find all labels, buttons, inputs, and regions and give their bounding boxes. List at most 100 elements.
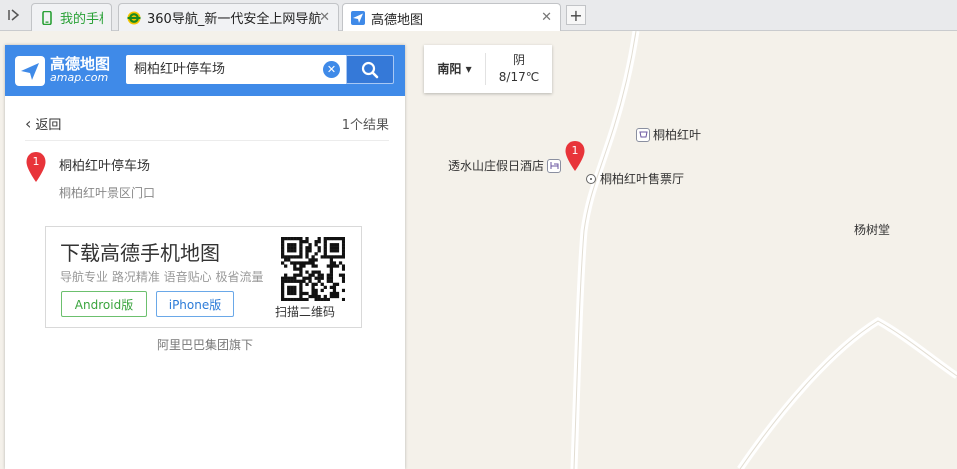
qr-module xyxy=(281,249,285,253)
qr-module xyxy=(329,270,334,274)
qr-module xyxy=(302,264,306,268)
new-tab-button[interactable]: + xyxy=(566,5,586,25)
qr-module xyxy=(338,261,343,265)
qr-module xyxy=(299,249,303,253)
marker-number: 1 xyxy=(33,155,40,168)
qr-module xyxy=(341,252,345,256)
qr-module xyxy=(299,285,303,290)
qr-module xyxy=(284,279,288,283)
qr-module xyxy=(299,288,303,293)
qr-module xyxy=(335,255,340,259)
qr-module xyxy=(329,264,334,268)
tab-amap[interactable]: 高德地图 ✕ xyxy=(342,3,561,32)
poi-dot-icon xyxy=(586,173,596,184)
qr-module xyxy=(299,252,303,256)
qr-module xyxy=(308,279,312,283)
qr-module xyxy=(299,297,303,301)
qr-module xyxy=(311,291,315,296)
qr-module xyxy=(302,291,306,296)
tab-my-phone[interactable]: 我的手机 xyxy=(31,3,112,31)
qr-module xyxy=(329,246,334,250)
qr-module xyxy=(308,273,312,277)
hotel-icon xyxy=(547,158,562,173)
qr-module xyxy=(305,270,309,274)
qr-module xyxy=(287,255,291,259)
amap-logo[interactable]: 高德地图 amap.com xyxy=(15,54,110,88)
qr-module xyxy=(281,297,285,301)
qr-module xyxy=(314,291,318,296)
qr-module xyxy=(332,255,337,259)
qr-module xyxy=(341,246,345,250)
clear-search-button[interactable]: ✕ xyxy=(323,61,340,78)
qr-module xyxy=(329,258,334,262)
close-icon[interactable]: ✕ xyxy=(319,10,330,25)
qr-module xyxy=(284,255,288,259)
qr-module xyxy=(287,243,291,247)
result-name[interactable]: 桐柏红叶停车场 xyxy=(59,155,150,174)
map-marker[interactable]: 1 xyxy=(564,140,586,176)
qr-module xyxy=(287,237,291,241)
qr-module xyxy=(332,294,337,299)
qr-module xyxy=(311,288,315,293)
qr-module xyxy=(293,243,297,247)
search-button[interactable] xyxy=(346,55,394,84)
qr-module xyxy=(329,276,334,280)
qr-module xyxy=(290,237,294,241)
qr-module xyxy=(287,276,291,280)
search-input[interactable]: 桐柏红叶停车场 xyxy=(126,55,346,84)
qr-module xyxy=(326,255,330,259)
qr-module xyxy=(281,282,285,286)
android-download-button[interactable]: Android版 xyxy=(61,291,147,317)
map-poi[interactable]: 桐柏红叶售票厅 xyxy=(586,170,684,187)
sidebar-toggle-icon[interactable] xyxy=(0,3,28,27)
qr-module xyxy=(341,273,345,277)
qr-module xyxy=(284,258,288,262)
qr-module xyxy=(314,288,318,293)
qr-module xyxy=(311,273,315,277)
qr-module xyxy=(311,294,315,299)
map-poi[interactable]: 杨树堂 xyxy=(854,221,890,238)
result-item[interactable]: 1 桐柏红叶停车场 桐柏红叶景区门口 xyxy=(25,151,389,207)
qr-module xyxy=(287,249,291,253)
qr-module xyxy=(323,297,327,301)
tab-360-nav[interactable]: 360导航_新一代安全上网导航 ✕ xyxy=(118,3,339,31)
qr-module xyxy=(320,273,324,277)
qr-module xyxy=(341,276,345,280)
map-poi[interactable]: 透水山庄假日酒店 xyxy=(448,157,564,174)
chevron-down-icon: ▾ xyxy=(465,62,472,76)
qr-module xyxy=(287,285,291,290)
poi-label: 桐柏红叶售票厅 xyxy=(600,172,685,186)
iphone-download-button[interactable]: iPhone版 xyxy=(156,291,234,317)
weather-city-select[interactable]: 南阳 ▾ xyxy=(424,53,486,85)
qr-module xyxy=(305,291,309,296)
qr-module xyxy=(305,240,309,244)
qr-module xyxy=(335,264,340,268)
qr-module xyxy=(281,285,285,290)
qr-module xyxy=(311,255,315,259)
qr-module xyxy=(299,279,303,283)
qr-module xyxy=(299,267,303,271)
qr-module xyxy=(323,255,327,259)
close-icon[interactable]: ✕ xyxy=(541,10,552,25)
amap-logo-icon xyxy=(15,56,45,86)
360-logo-icon xyxy=(127,11,141,25)
qr-module xyxy=(299,246,303,250)
qr-module xyxy=(281,294,285,299)
qr-module xyxy=(305,297,309,301)
back-button[interactable]: ‹ 返回 xyxy=(25,114,61,133)
qr-module xyxy=(332,237,337,241)
qr-module xyxy=(320,276,324,280)
qr-module xyxy=(323,252,327,256)
map-poi[interactable]: 桐柏红叶 xyxy=(633,126,701,143)
qr-module xyxy=(284,264,288,268)
qr-module xyxy=(329,294,334,299)
qr-module xyxy=(326,273,330,277)
qr-module xyxy=(314,297,318,301)
weather-city: 南阳 xyxy=(437,62,462,76)
qr-module xyxy=(290,249,294,253)
qr-module xyxy=(284,273,288,277)
qr-module xyxy=(281,246,285,250)
logo-name: 高德地图 xyxy=(50,55,111,73)
qr-module xyxy=(299,240,303,244)
qr-module xyxy=(311,282,315,286)
